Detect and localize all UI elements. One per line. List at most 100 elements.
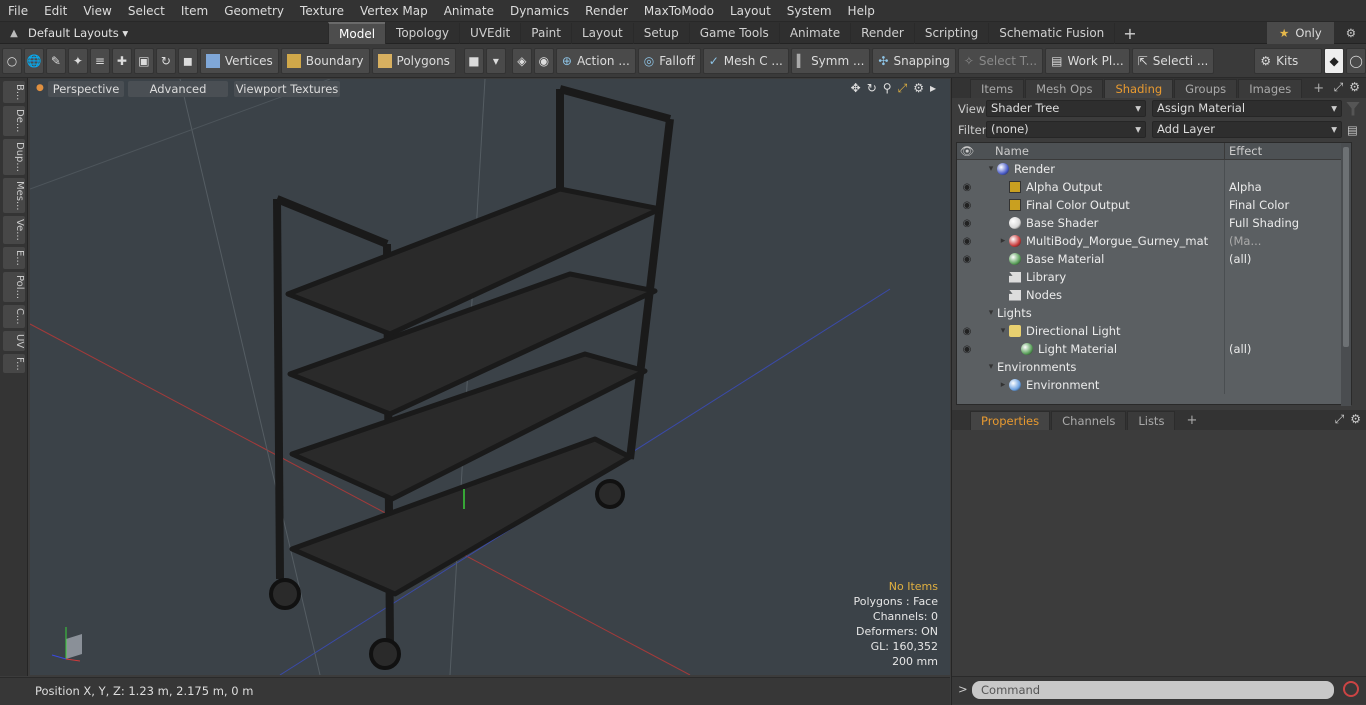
polygons-button[interactable]: Polygons xyxy=(371,47,456,74)
left-tab-2[interactable]: Dup... xyxy=(3,138,25,175)
kits-button[interactable]: ⚙ Kits xyxy=(1254,47,1323,74)
dropdown-arrow-icon[interactable]: ▾ xyxy=(485,47,506,74)
visibility-eye-icon[interactable]: ◉ xyxy=(957,236,977,247)
row-effect[interactable]: Alpha xyxy=(1225,180,1351,194)
menu-item-geometry[interactable]: Geometry xyxy=(216,0,292,22)
tab-model[interactable]: Model xyxy=(328,21,386,45)
left-tab-9[interactable]: F... xyxy=(3,353,25,374)
twisty-icon[interactable]: ▸ xyxy=(997,236,1009,246)
tab-layout[interactable]: Layout xyxy=(570,22,633,44)
menu-item-view[interactable]: View xyxy=(75,0,119,22)
left-tab-1[interactable]: De... xyxy=(3,106,25,136)
tab-animate[interactable]: Animate xyxy=(778,22,850,44)
shader-tree-row[interactable]: ◉ Base Shader Full Shading xyxy=(957,214,1351,232)
boundary-button[interactable]: Boundary xyxy=(280,47,370,74)
visibility-eye-icon[interactable]: ◉ xyxy=(957,200,977,211)
shader-tree-row[interactable]: ◉ Light Material (all) xyxy=(957,340,1351,358)
tab-paint[interactable]: Paint xyxy=(520,22,571,44)
lower-tab-channels[interactable]: Channels xyxy=(1051,411,1127,430)
brush-icon[interactable]: ✦ xyxy=(67,47,88,74)
menu-item-file[interactable]: File xyxy=(0,0,36,22)
name-column-header[interactable]: Name xyxy=(977,143,1225,159)
twisty-icon[interactable]: ▾ xyxy=(985,164,997,174)
symmetry-button[interactable]: ▍ Symm ... xyxy=(790,47,871,74)
row-effect[interactable]: (all) xyxy=(1225,342,1351,356)
left-tab-8[interactable]: UV xyxy=(3,330,25,351)
falloff-button[interactable]: ◎ Falloff xyxy=(637,47,701,74)
menu-item-select[interactable]: Select xyxy=(120,0,173,22)
row-effect[interactable]: (Ma... xyxy=(1225,234,1351,248)
panel-tab-items[interactable]: Items xyxy=(970,79,1025,98)
action-button[interactable]: ⊕ Action ... xyxy=(555,47,636,74)
left-tab-3[interactable]: Mes... xyxy=(3,177,25,214)
tab-schematic-fusion[interactable]: Schematic Fusion xyxy=(988,22,1114,44)
visibility-eye-icon[interactable]: ◉ xyxy=(957,182,977,193)
twisty-icon[interactable]: ▾ xyxy=(997,326,1009,336)
shader-tree-row[interactable]: Nodes xyxy=(957,286,1351,304)
add-layer-dropdown[interactable]: Add Layer xyxy=(1152,121,1342,138)
add-panel-tab-button[interactable]: + xyxy=(1303,80,1334,98)
select-through-button[interactable]: ✧ Select T... xyxy=(957,47,1044,74)
cube-solid-icon[interactable]: ◼ xyxy=(177,47,198,74)
twisty-icon[interactable]: ▾ xyxy=(985,308,997,318)
globe-icon[interactable]: 🌐 xyxy=(23,47,44,74)
add-lower-tab-button[interactable]: + xyxy=(1176,412,1207,430)
advanced-button[interactable]: Advanced xyxy=(128,81,228,97)
vertices-button[interactable]: Vertices xyxy=(199,47,279,74)
shader-tree-row[interactable]: ◉ Base Material (all) xyxy=(957,250,1351,268)
shader-tree-row[interactable]: Library xyxy=(957,268,1351,286)
unity-icon[interactable]: ◆ xyxy=(1324,47,1345,74)
row-effect[interactable]: Full Shading xyxy=(1225,216,1351,230)
menu-item-help[interactable]: Help xyxy=(840,0,883,22)
menu-item-texture[interactable]: Texture xyxy=(292,0,352,22)
snapping-button[interactable]: ✣ Snapping xyxy=(872,47,956,74)
lower-tab-lists[interactable]: Lists xyxy=(1127,411,1176,430)
workplane-button[interactable]: ▤ Work Pl... xyxy=(1045,47,1130,74)
tab-setup[interactable]: Setup xyxy=(632,22,689,44)
lower-tab-properties[interactable]: Properties xyxy=(970,411,1051,430)
add-tab-button[interactable]: + xyxy=(1114,22,1144,44)
shader-tree-scrollbar[interactable] xyxy=(1341,143,1351,406)
twisty-icon[interactable]: ▾ xyxy=(985,362,997,372)
left-tab-4[interactable]: Ve... xyxy=(3,216,25,245)
visibility-eye-icon[interactable]: ◉ xyxy=(957,254,977,265)
circle-select-icon[interactable]: ○ xyxy=(2,47,22,74)
panel-gear-icon[interactable]: ⚙ xyxy=(1349,80,1360,95)
menu-item-animate[interactable]: Animate xyxy=(436,0,502,22)
shader-tree-row[interactable]: ◉ Alpha Output Alpha xyxy=(957,178,1351,196)
tab-topology[interactable]: Topology xyxy=(385,22,459,44)
tab-uvedit[interactable]: UVEdit xyxy=(459,22,520,44)
visibility-eye-icon[interactable]: ◉ xyxy=(957,218,977,229)
list-options-icon[interactable]: ▤ xyxy=(1347,123,1358,137)
menu-item-item[interactable]: Item xyxy=(173,0,216,22)
3d-viewport[interactable]: ● Perspective Advanced Viewport Textures… xyxy=(30,79,950,675)
record-icon[interactable] xyxy=(1343,681,1359,697)
filter-icon[interactable] xyxy=(1346,101,1360,116)
left-tab-6[interactable]: Pol... xyxy=(3,271,25,302)
viewport-scene[interactable] xyxy=(30,79,950,675)
collapse-icon[interactable]: ▲ xyxy=(0,28,28,39)
menu-item-render[interactable]: Render xyxy=(577,0,636,22)
filter-dropdown[interactable]: (none) xyxy=(986,121,1146,138)
twisty-icon[interactable]: ▸ xyxy=(997,380,1009,390)
shader-tree-row[interactable]: ▸ Environment xyxy=(957,376,1351,394)
viewport-gear-icon[interactable]: ⚙ xyxy=(913,81,924,97)
viewport-textures-button[interactable]: Viewport Textures xyxy=(234,81,340,97)
menu-item-maxtomodo[interactable]: MaxToModo xyxy=(636,0,722,22)
visibility-eye-icon[interactable]: ◉ xyxy=(957,344,977,355)
row-effect[interactable]: (all) xyxy=(1225,252,1351,266)
shader-tree-row[interactable]: ▾ Environments xyxy=(957,358,1351,376)
panel-tab-groups[interactable]: Groups xyxy=(1174,79,1238,98)
menu-item-layout[interactable]: Layout xyxy=(722,0,779,22)
scroll-thumb[interactable] xyxy=(1343,147,1349,347)
lower-gear-icon[interactable]: ⚙ xyxy=(1350,412,1361,427)
left-tab-7[interactable]: C... xyxy=(3,304,25,328)
shader-tree-row[interactable]: ◉ Final Color Output Final Color xyxy=(957,196,1351,214)
selection-sets-button[interactable]: ⇱ Selecti ... xyxy=(1131,47,1215,74)
menu-item-system[interactable]: System xyxy=(779,0,840,22)
expand-arrow-icon[interactable]: ▸ xyxy=(930,81,936,97)
effect-column-header[interactable]: Effect xyxy=(1225,143,1262,159)
move-view-icon[interactable]: ✥ xyxy=(851,81,861,97)
zoom-icon[interactable]: ⚲ xyxy=(883,81,892,97)
expand-panel-icon[interactable]: ⤢ xyxy=(1334,80,1344,95)
